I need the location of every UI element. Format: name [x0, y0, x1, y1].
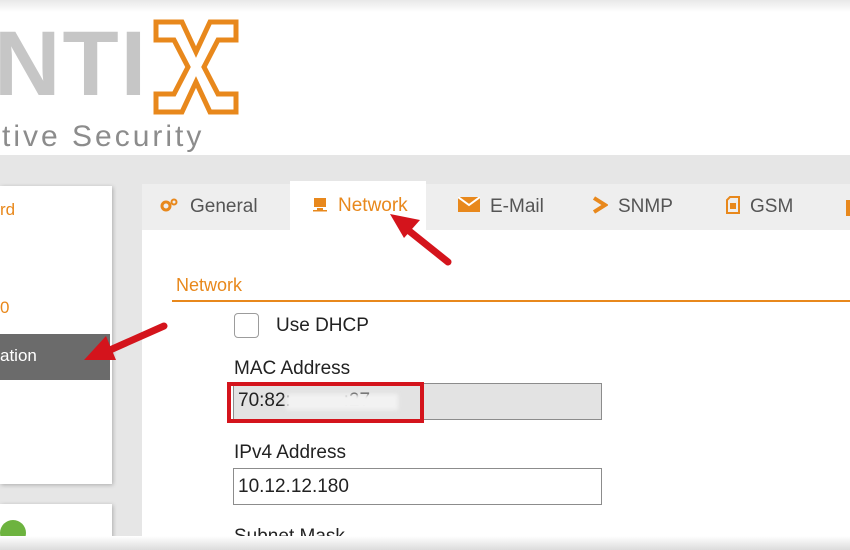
section-divider	[172, 300, 850, 302]
brand-logo-text: NTI	[0, 13, 149, 115]
ipv4-address-label: IPv4 Address	[234, 442, 346, 463]
gears-icon	[160, 197, 180, 218]
tab-gsm[interactable]: GSM	[726, 184, 793, 230]
tab-general-label: General	[190, 196, 258, 217]
tab-snmp[interactable]: SNMP	[592, 184, 673, 230]
sidebar-item-dashboard[interactable]: rd	[0, 200, 15, 220]
frame-top-shadow	[0, 0, 850, 12]
screenshot-frame: NTI tive Security rd 0 ation General Net…	[0, 0, 850, 550]
envelope-icon	[457, 196, 481, 217]
tab-email[interactable]: E-Mail	[457, 184, 544, 230]
tab-snmp-label: SNMP	[618, 196, 673, 217]
frame-bottom-shadow	[0, 536, 850, 550]
section-title-network: Network	[176, 275, 243, 295]
brand-tagline: tive Security	[2, 120, 205, 153]
use-dhcp-checkbox[interactable]	[234, 313, 259, 338]
tab-gsm-label: GSM	[750, 196, 794, 217]
sidebar-item-monitor[interactable]: 0	[0, 298, 9, 318]
use-dhcp-label: Use DHCP	[276, 315, 369, 336]
settings-tab-bar: General Network E-Mail SNMP GSM	[142, 181, 850, 231]
tab-overflow-icon	[846, 200, 850, 216]
brand-logo-x-icon	[153, 19, 239, 115]
tab-general[interactable]: General	[160, 184, 258, 230]
sim-card-icon	[726, 195, 740, 219]
mac-address-label: MAC Address	[234, 358, 351, 379]
network-icon	[312, 196, 328, 217]
tab-email-label: E-Mail	[490, 196, 544, 217]
header: NTI tive Security	[0, 12, 850, 155]
network-tab-arrow-icon	[390, 214, 452, 266]
ipv4-address-field[interactable]	[233, 468, 602, 505]
configuration-arrow-icon	[84, 322, 168, 360]
mac-highlight-annotation	[227, 382, 424, 423]
chevron-right-icon	[592, 195, 609, 219]
